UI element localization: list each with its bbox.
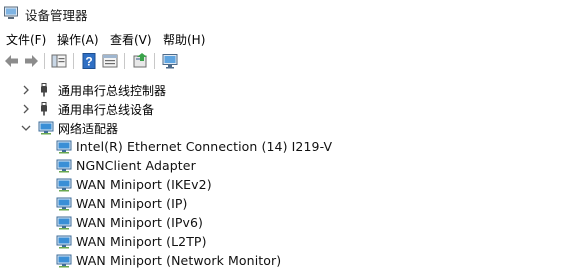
menu-file[interactable]: 文件(F) (6, 31, 46, 48)
adapter-label: Intel(R) Ethernet Connection (14) I219-V (76, 139, 333, 154)
toolbar-separator (124, 53, 125, 69)
tree-item-adapter[interactable]: NGNClient Adapter (0, 156, 569, 175)
toolbar-separator (44, 53, 45, 69)
network-adapter-icon (56, 178, 72, 192)
view-list-icon[interactable] (101, 52, 119, 70)
network-adapter-icon (56, 235, 72, 249)
adapter-label: WAN Miniport (IPv6) (76, 215, 204, 230)
menu-action[interactable]: 操作(A) (57, 31, 99, 48)
network-adapter-icon (56, 197, 72, 211)
tree-item-adapter[interactable]: WAN Miniport (Network Monitor) (0, 251, 569, 270)
window-title: 设备管理器 (25, 8, 88, 23)
network-adapter-icon (56, 216, 72, 230)
chevron-right-icon[interactable] (20, 103, 32, 115)
adapter-label: WAN Miniport (Network Monitor) (76, 253, 282, 268)
tree-node-usb-controllers[interactable]: 通用串行总线控制器 (0, 80, 569, 99)
adapter-label: NGNClient Adapter (76, 158, 196, 173)
menu-help[interactable]: 帮助(H) (163, 31, 205, 48)
device-manager-icon (4, 6, 18, 19)
scan-hardware-icon[interactable] (161, 52, 179, 70)
tree-node-usb-devices[interactable]: 通用串行总线设备 (0, 99, 569, 118)
menu-view[interactable]: 查看(V) (110, 31, 152, 48)
toolbar-separator (73, 53, 74, 69)
chevron-down-icon[interactable] (20, 122, 32, 134)
adapter-label: WAN Miniport (IP) (76, 196, 188, 211)
properties-pane-icon[interactable] (50, 52, 68, 70)
usb-devices-label: 通用串行总线设备 (58, 103, 155, 117)
network-adapter-icon (56, 140, 72, 154)
usb-icon (41, 83, 47, 97)
menu-bar: 文件(F) 操作(A) 查看(V) 帮助(H) (0, 28, 569, 48)
svg-text:?: ? (85, 55, 92, 69)
forward-icon[interactable] (22, 52, 40, 70)
tree-item-adapter[interactable]: WAN Miniport (IKEv2) (0, 175, 569, 194)
network-adapter-icon (38, 121, 54, 135)
help-book-icon[interactable]: ? (80, 52, 98, 70)
adapter-label: WAN Miniport (IKEv2) (76, 177, 212, 192)
toolbar-separator (154, 53, 155, 69)
usb-controllers-label: 通用串行总线控制器 (58, 84, 167, 98)
adapter-label: WAN Miniport (L2TP) (76, 234, 207, 249)
update-driver-icon[interactable] (131, 52, 149, 70)
tree-item-adapter[interactable]: WAN Miniport (IP) (0, 194, 569, 213)
chevron-right-icon[interactable] (20, 84, 32, 96)
tree-node-network-adapters[interactable]: 网络适配器 (0, 118, 569, 137)
tree-item-adapter[interactable]: WAN Miniport (IPv6) (0, 213, 569, 232)
tree-item-adapter[interactable]: Intel(R) Ethernet Connection (14) I219-V (0, 137, 569, 156)
title-bar: 设备管理器 (0, 0, 569, 27)
toolbar: ? (0, 50, 569, 72)
network-adapter-icon (56, 159, 72, 173)
usb-icon (41, 102, 47, 116)
network-adapter-icon (56, 254, 72, 268)
network-adapters-label: 网络适配器 (58, 122, 119, 136)
tree-item-adapter[interactable]: WAN Miniport (L2TP) (0, 232, 569, 251)
back-icon[interactable] (3, 52, 21, 70)
